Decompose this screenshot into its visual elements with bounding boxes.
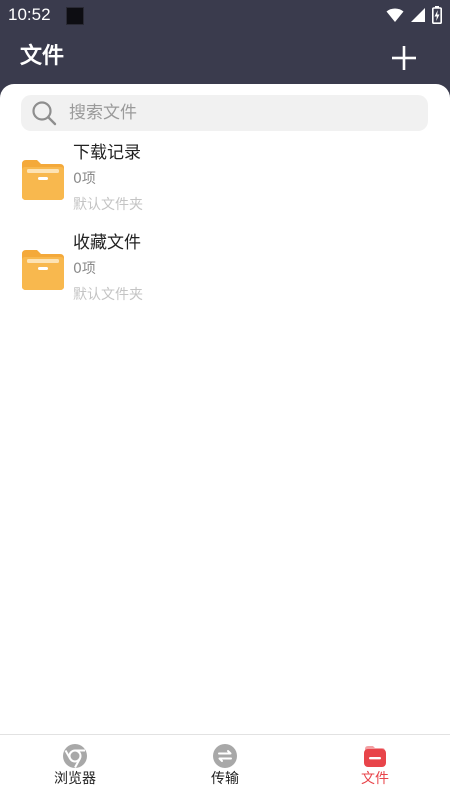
file-list-panel: 下载记录 0项 默认文件夹 收藏文件 0项 默认文件夹 — [0, 84, 450, 734]
plus-icon — [392, 46, 416, 70]
nav-tab-transfer[interactable]: 传输 — [150, 735, 300, 800]
search-bar[interactable] — [21, 95, 428, 131]
screen: 10:52 文件 搜索文件 下载记录 0项 默认文件夹 收藏文件 0项 默认文件… — [0, 0, 450, 800]
browser-icon — [63, 744, 87, 768]
folder-item-downloads[interactable]: 下载记录 0项 默认文件夹 — [0, 141, 450, 231]
folder-description: 默认文件夹 — [73, 287, 143, 303]
bottom-nav: 浏览器 传输 文件 — [0, 734, 450, 800]
nav-label: 浏览器 — [54, 771, 96, 787]
nav-label: 传输 — [211, 771, 239, 787]
folder-item-count: 0项 — [73, 171, 96, 187]
search-input[interactable] — [67, 102, 401, 124]
file-icon — [364, 746, 386, 767]
battery-icon — [432, 6, 442, 24]
page-title: 文件 — [20, 44, 65, 69]
folder-item-count: 0项 — [73, 261, 96, 277]
add-button[interactable] — [390, 44, 418, 72]
search-icon — [31, 100, 57, 126]
notification-icon — [66, 7, 84, 25]
folder-icon — [22, 250, 64, 290]
status-bar: 10:52 — [0, 0, 450, 30]
folder-name: 下载记录 — [73, 143, 141, 163]
wifi-icon — [386, 8, 404, 22]
folder-name: 收藏文件 — [73, 233, 141, 253]
cellular-signal-icon — [411, 8, 425, 22]
folder-icon — [22, 160, 64, 200]
transfer-icon — [213, 744, 237, 768]
status-time: 10:52 — [8, 5, 51, 24]
app-header: 文件 — [0, 30, 450, 86]
nav-tab-files[interactable]: 文件 — [300, 735, 450, 800]
status-icons — [386, 6, 442, 24]
folder-item-favorites[interactable]: 收藏文件 0项 默认文件夹 — [0, 231, 450, 321]
folder-description: 默认文件夹 — [73, 197, 143, 213]
nav-label: 文件 — [361, 771, 389, 787]
nav-tab-browser[interactable]: 浏览器 — [0, 735, 150, 800]
folder-list: 下载记录 0项 默认文件夹 收藏文件 0项 默认文件夹 — [0, 141, 450, 321]
